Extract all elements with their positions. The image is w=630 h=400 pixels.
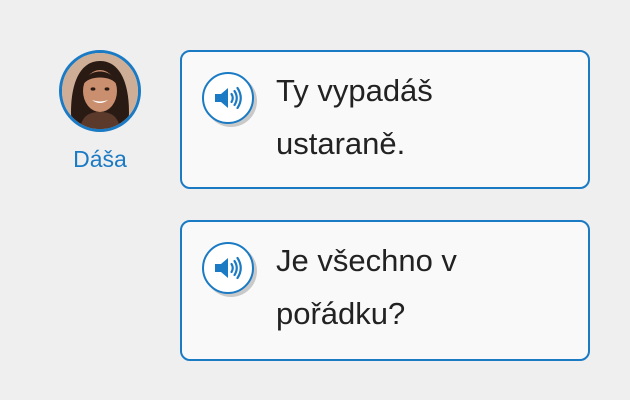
speaker-name: Dáša xyxy=(73,146,127,172)
message-text: Je všechno v pořádku? xyxy=(276,243,457,331)
speaker: Dáša xyxy=(55,50,145,173)
message-bubble: Je všechno v pořádku? xyxy=(180,220,590,361)
speaker-icon xyxy=(215,86,242,110)
avatar xyxy=(59,50,141,132)
play-audio-button[interactable] xyxy=(202,242,254,294)
woman-portrait-icon xyxy=(62,53,138,129)
play-audio-button[interactable] xyxy=(202,72,254,124)
message-text: Ty vypadáš ustaraně. xyxy=(276,73,433,161)
speaker-icon xyxy=(215,256,242,280)
message-bubble: Ty vypadáš ustaraně. xyxy=(180,50,590,189)
